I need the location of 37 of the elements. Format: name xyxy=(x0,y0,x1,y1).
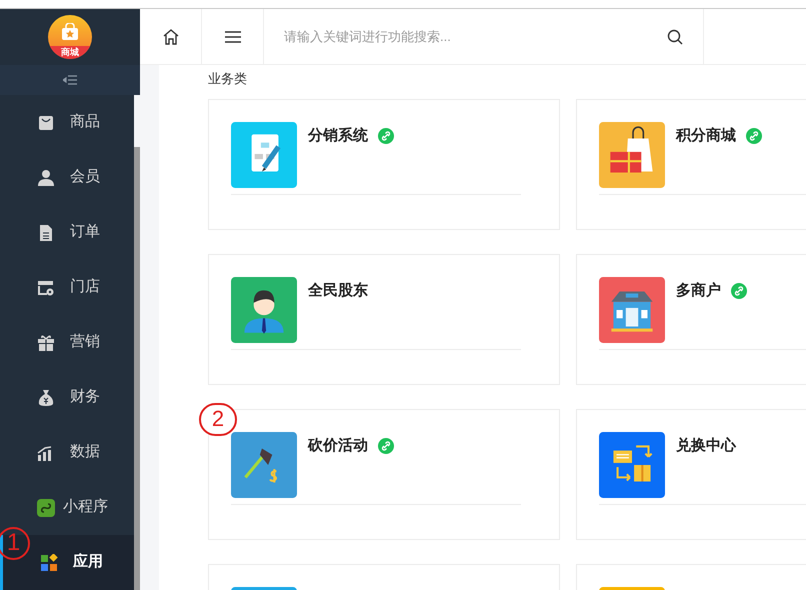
money-icon xyxy=(37,388,55,406)
gift-icon xyxy=(37,334,55,352)
app-card[interactable]: 积分商城 xyxy=(576,99,806,230)
doc-icon xyxy=(37,224,55,242)
collapse-menu-icon[interactable] xyxy=(63,75,77,85)
app-title: 全民股东 xyxy=(308,280,368,301)
search-icon[interactable] xyxy=(667,28,683,44)
search-field[interactable]: 请输入关键词进行功能搜索... xyxy=(284,26,667,46)
store-icon xyxy=(37,278,55,296)
sidebar-item[interactable]: 商品 xyxy=(0,95,134,150)
mini-icon xyxy=(37,498,55,516)
scrollbar-thumb[interactable] xyxy=(134,147,140,590)
sidebar-item[interactable]: 门店 xyxy=(0,260,134,315)
app-card[interactable]: 多商户 xyxy=(576,254,806,385)
app-title: 分销系统 xyxy=(308,126,368,146)
app-title: 兑换中心 xyxy=(676,436,736,456)
sidebar-item[interactable]: 营销 xyxy=(0,315,134,370)
app-title: 多商户 xyxy=(676,280,721,301)
sidebar-item[interactable]: 订单 xyxy=(0,205,134,260)
menu-icon xyxy=(224,30,240,42)
apps-icon xyxy=(40,554,58,572)
bag-icon xyxy=(37,114,55,132)
sidebar-item[interactable]: 数据 xyxy=(0,425,134,480)
sidebar-item[interactable]: 财务 xyxy=(0,370,134,425)
sidebar-item[interactable]: 会员 xyxy=(0,150,134,205)
home-icon xyxy=(162,28,180,46)
app-title: 砍价活动 xyxy=(308,436,368,456)
bag-star-icon xyxy=(61,23,79,41)
app-card[interactable]: 分销系统 xyxy=(208,99,560,230)
app-title: 积分商城 xyxy=(676,126,736,146)
logo-text: 商城 xyxy=(48,46,92,59)
user-icon xyxy=(37,168,55,186)
annotation-marker: 2 xyxy=(199,403,237,436)
app-card[interactable]: 全民股东 xyxy=(208,254,560,385)
section-title: 业务类 xyxy=(208,70,248,88)
app-card[interactable]: 兑换中心 xyxy=(576,409,806,540)
annotation-marker: 1 xyxy=(0,527,30,560)
